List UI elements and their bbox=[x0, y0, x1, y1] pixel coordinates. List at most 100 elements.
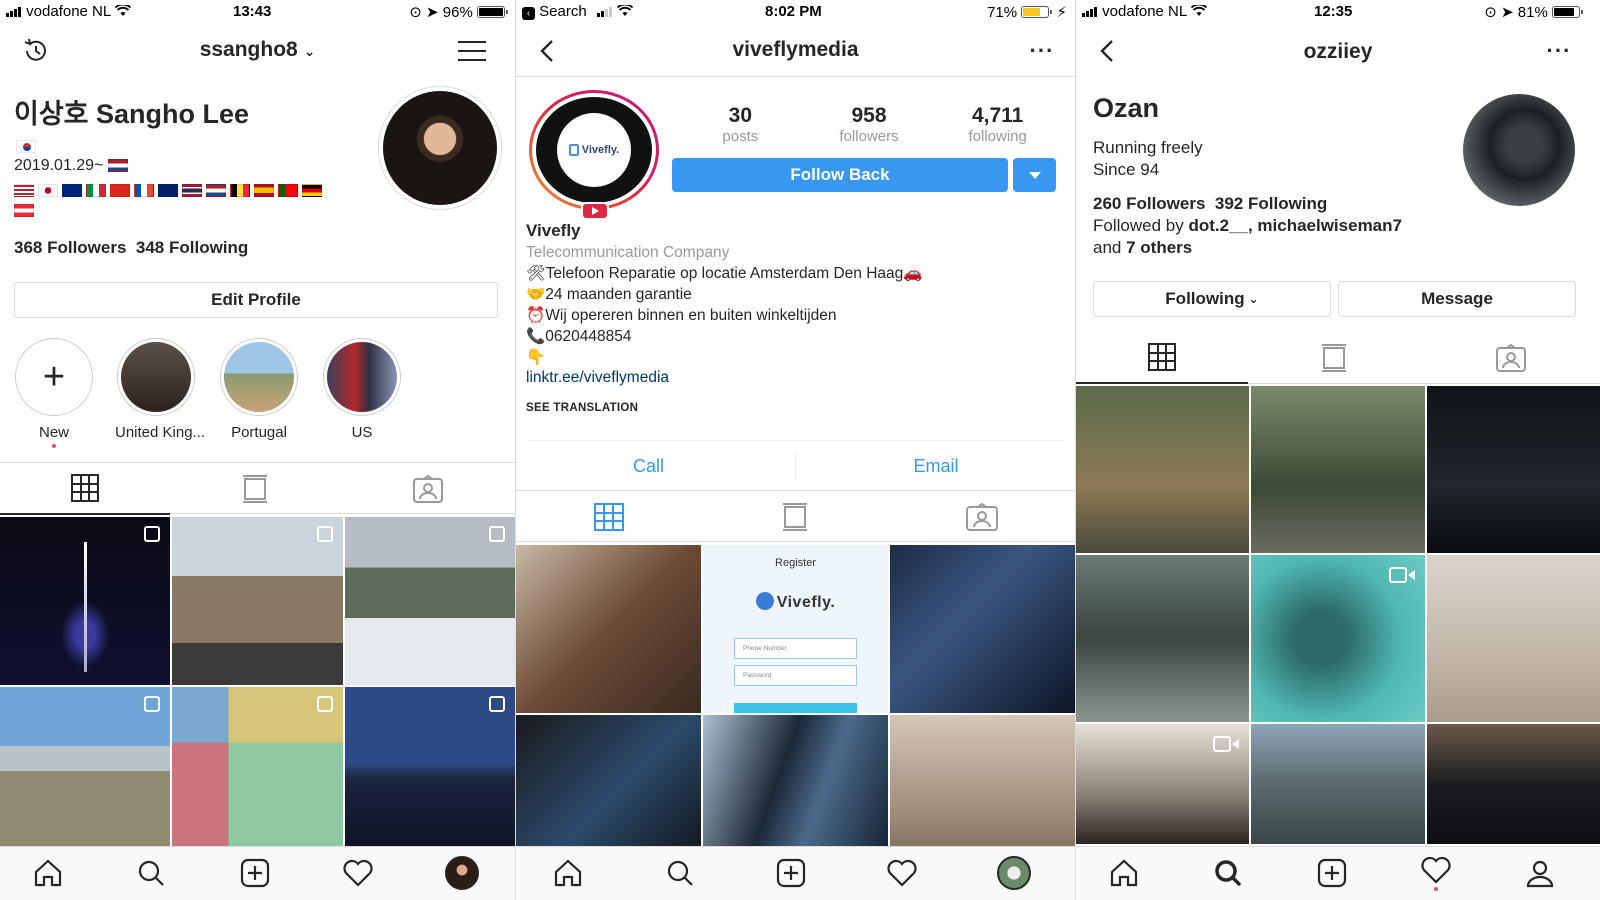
post-snowy-mountains[interactable] bbox=[344, 517, 515, 685]
bio-line-4: 📞0620448854 bbox=[526, 328, 632, 345]
tab-tagged[interactable] bbox=[340, 463, 515, 515]
charging-icon: ⚡ bbox=[1056, 4, 1067, 21]
message-button[interactable]: Message bbox=[1338, 281, 1576, 317]
search-icon[interactable] bbox=[658, 853, 702, 893]
more-options-icon[interactable]: ··· bbox=[1544, 36, 1574, 66]
following-count[interactable]: 392 Following bbox=[1215, 194, 1327, 213]
heart-icon[interactable] bbox=[336, 853, 380, 893]
tab-feed[interactable] bbox=[170, 463, 340, 515]
heart-icon[interactable] bbox=[880, 853, 924, 893]
profile-tabs bbox=[1076, 332, 1600, 384]
call-button[interactable]: Call bbox=[516, 448, 781, 484]
location-icon: ➤ bbox=[426, 4, 439, 21]
following-button[interactable]: Following ⌄ bbox=[1093, 281, 1331, 317]
post-technician-soldering[interactable] bbox=[890, 545, 1075, 713]
bio-link[interactable]: linktr.ee/viveflymedia bbox=[526, 369, 669, 387]
profile-avatar[interactable] bbox=[378, 86, 502, 210]
post-register-screen[interactable]: Register Vivefly. Phone Number Password bbox=[703, 545, 888, 713]
fr-flag-icon bbox=[134, 184, 154, 198]
signal-icon bbox=[596, 4, 613, 21]
highlight-united-kingdom[interactable]: United King... bbox=[115, 338, 206, 441]
tab-grid[interactable] bbox=[1076, 332, 1248, 384]
post-grid: Register Vivefly. Phone Number Password bbox=[516, 545, 1075, 883]
see-translation-link[interactable]: SEE TRANSLATION bbox=[526, 402, 638, 414]
more-options-icon[interactable]: ··· bbox=[1027, 36, 1057, 66]
post-tunnel-walk[interactable] bbox=[1076, 555, 1250, 722]
followers-count[interactable]: 368 Followers bbox=[14, 238, 126, 257]
home-icon[interactable] bbox=[1102, 853, 1146, 893]
multi-photo-icon bbox=[488, 526, 505, 542]
grid-icon bbox=[594, 503, 624, 531]
highlight-label: United King... bbox=[115, 424, 206, 441]
home-icon[interactable] bbox=[26, 853, 70, 893]
post-portrait-collage[interactable] bbox=[172, 687, 343, 855]
uk-flag-icon bbox=[158, 184, 178, 198]
profile-name: Ozan bbox=[1093, 93, 1160, 123]
stat-followers[interactable]: 958 followers bbox=[805, 104, 934, 145]
followed-by-others-line[interactable]: and 7 others bbox=[1093, 238, 1192, 258]
stat-posts[interactable]: 30 posts bbox=[676, 104, 805, 145]
feed-icon bbox=[783, 503, 807, 531]
following-count[interactable]: 348 Following bbox=[136, 238, 248, 257]
activity-heart-button[interactable] bbox=[1414, 853, 1458, 893]
highlight-us[interactable]: US bbox=[321, 338, 403, 441]
display-name: 이상호 Sangho Lee bbox=[14, 99, 250, 129]
post-underwater-dive[interactable] bbox=[1251, 555, 1425, 722]
stat-label: followers bbox=[839, 128, 899, 145]
highlight-portugal[interactable]: Portugal bbox=[218, 338, 300, 441]
status-time: 13:43 bbox=[233, 3, 272, 20]
post-hiker-field[interactable] bbox=[1076, 386, 1250, 553]
es-flag-icon bbox=[254, 184, 274, 198]
post-salzburg[interactable] bbox=[0, 687, 171, 855]
tab-feed[interactable] bbox=[1248, 332, 1420, 384]
tab-tagged[interactable] bbox=[888, 491, 1075, 543]
email-button[interactable]: Email bbox=[796, 448, 1075, 484]
new-post-icon[interactable] bbox=[233, 853, 277, 893]
menu-icon[interactable] bbox=[455, 36, 489, 66]
post-suit-duo[interactable] bbox=[1426, 724, 1600, 844]
highlight-image bbox=[121, 342, 191, 412]
bottom-nav bbox=[0, 846, 515, 900]
profile-avatar[interactable] bbox=[1463, 94, 1575, 206]
tab-grid[interactable] bbox=[516, 491, 702, 543]
multi-photo-icon bbox=[316, 526, 333, 542]
profile-name: Vivefly bbox=[526, 221, 581, 240]
post-night-silhouette[interactable] bbox=[1426, 386, 1600, 553]
bio-line-2: Since 94 bbox=[1093, 160, 1160, 179]
post-munich-town-hall[interactable] bbox=[172, 517, 343, 685]
profile-nav-avatar[interactable] bbox=[992, 853, 1036, 893]
tab-feed[interactable] bbox=[702, 491, 888, 543]
new-post-icon[interactable] bbox=[1310, 853, 1354, 893]
suggested-dropdown-button[interactable] bbox=[1013, 158, 1056, 192]
post-sand-dunes[interactable] bbox=[1426, 555, 1600, 722]
back-app-icon: ‹ bbox=[522, 7, 535, 20]
post-florence-night[interactable] bbox=[344, 687, 515, 855]
tab-grid[interactable] bbox=[0, 463, 170, 515]
plus-icon: + bbox=[15, 338, 93, 416]
highlight-label: New bbox=[38, 424, 69, 441]
profile-nav-avatar[interactable] bbox=[440, 853, 484, 893]
post-rooftop-group[interactable] bbox=[1251, 724, 1425, 844]
status-bar: ‹ Search 8:02 PM 71% ⚡ bbox=[516, 0, 1075, 24]
story-ring-avatar[interactable]: Vivefly. bbox=[529, 90, 659, 220]
followed-by-line[interactable]: Followed by dot.2__, michaelwiseman7 bbox=[1093, 216, 1402, 236]
search-icon[interactable] bbox=[1206, 853, 1250, 893]
new-post-icon[interactable] bbox=[769, 853, 813, 893]
follow-back-button[interactable]: Follow Back bbox=[672, 158, 1008, 192]
be-flag-icon bbox=[230, 184, 250, 198]
account-switcher[interactable]: ssangho8 ⌄ bbox=[0, 38, 515, 62]
home-icon[interactable] bbox=[546, 853, 590, 893]
post-technician-repair[interactable] bbox=[516, 545, 701, 713]
post-couple-park[interactable] bbox=[1251, 386, 1425, 553]
back-app-label: Search bbox=[539, 3, 587, 20]
edit-profile-button[interactable]: Edit Profile bbox=[14, 282, 498, 318]
search-icon[interactable] bbox=[129, 853, 173, 893]
stat-following[interactable]: 4,711 following bbox=[933, 104, 1062, 145]
profile-icon[interactable] bbox=[1518, 853, 1562, 893]
post-eiffel-tower[interactable] bbox=[0, 517, 171, 685]
back-to-app[interactable]: ‹ Search bbox=[522, 3, 634, 21]
post-jump-shot[interactable] bbox=[1076, 724, 1250, 844]
followers-count[interactable]: 260 Followers bbox=[1093, 194, 1205, 213]
highlight-new[interactable]: + New bbox=[13, 338, 95, 448]
tab-tagged[interactable] bbox=[1420, 332, 1600, 384]
